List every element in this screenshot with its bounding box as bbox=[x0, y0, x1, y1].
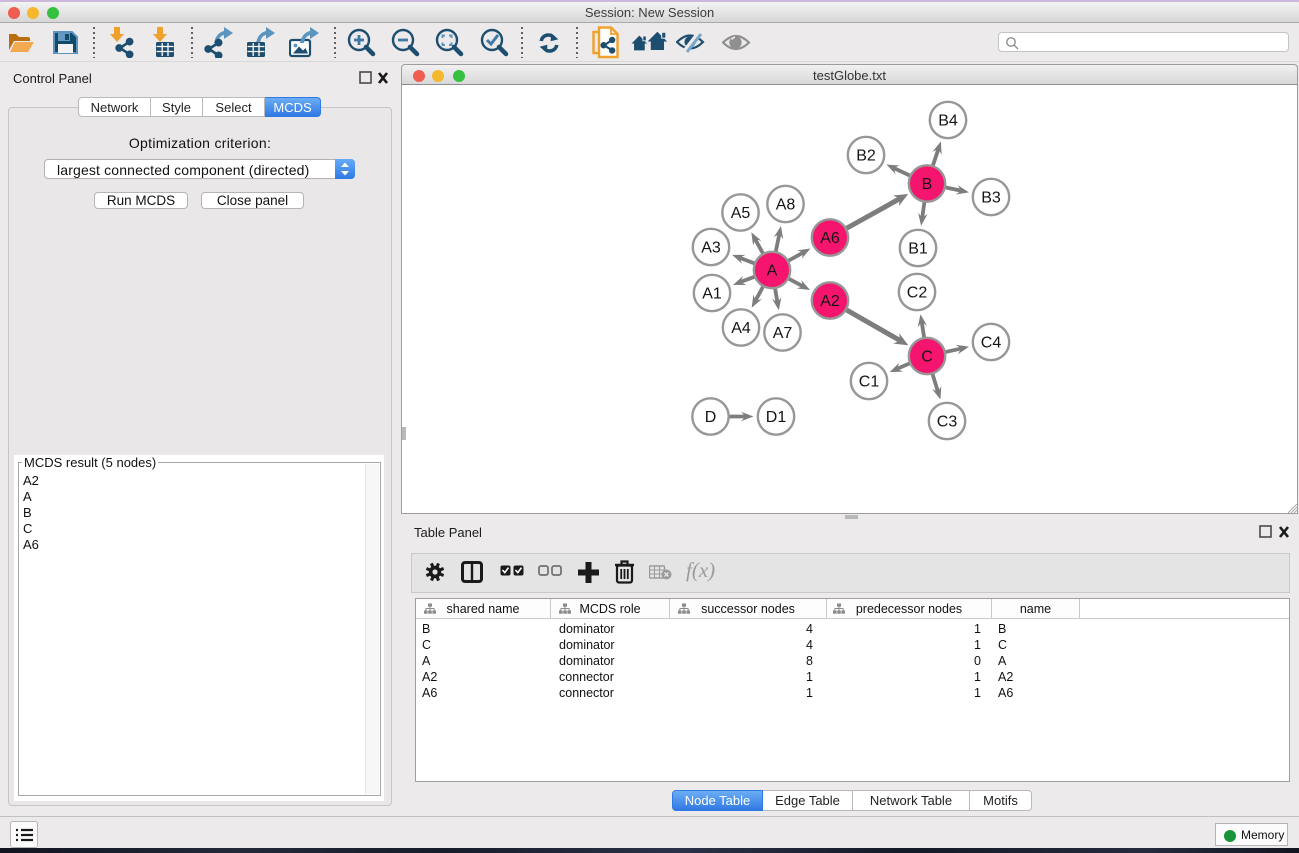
svg-text:C3: C3 bbox=[937, 413, 958, 430]
svg-text:A4: A4 bbox=[731, 320, 751, 337]
svg-text:D: D bbox=[705, 409, 717, 426]
svg-text:C: C bbox=[921, 348, 933, 365]
svg-text:A2: A2 bbox=[820, 293, 840, 310]
svg-text:A8: A8 bbox=[776, 196, 796, 213]
svg-text:D1: D1 bbox=[766, 409, 787, 426]
svg-text:C1: C1 bbox=[859, 373, 880, 390]
svg-text:B: B bbox=[922, 176, 933, 193]
svg-text:A7: A7 bbox=[773, 325, 793, 342]
svg-text:C4: C4 bbox=[981, 334, 1002, 351]
svg-text:A6: A6 bbox=[820, 230, 840, 247]
svg-text:B4: B4 bbox=[938, 112, 958, 129]
svg-text:B1: B1 bbox=[908, 240, 928, 257]
svg-text:B3: B3 bbox=[981, 189, 1001, 206]
svg-text:B2: B2 bbox=[856, 147, 876, 164]
svg-text:A5: A5 bbox=[731, 205, 751, 222]
svg-text:A3: A3 bbox=[701, 239, 721, 256]
svg-text:A: A bbox=[767, 262, 778, 279]
svg-text:A1: A1 bbox=[702, 285, 722, 302]
svg-text:C2: C2 bbox=[907, 284, 928, 301]
